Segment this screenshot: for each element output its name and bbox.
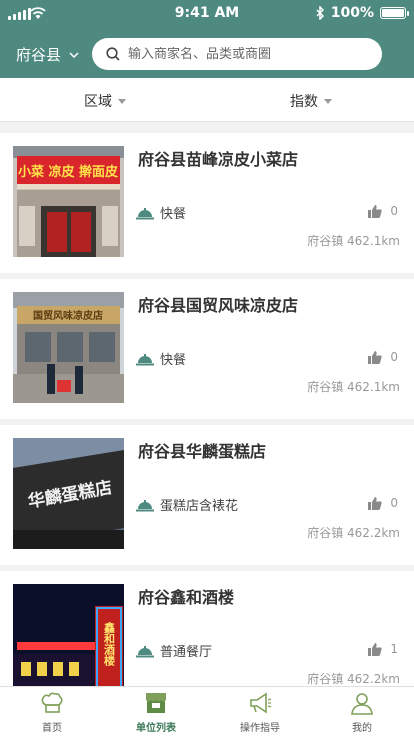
shop-photo: 国贸风味凉皮店	[13, 292, 124, 403]
thumbs-up-icon	[368, 643, 383, 656]
tab-home[interactable]: 首页	[0, 687, 104, 736]
like-count: 0	[390, 204, 398, 218]
city-label: 府谷县	[16, 46, 62, 64]
shop-card[interactable]: 鑫和酒楼 府谷鑫和酒楼 普通餐厅 1 府谷镇 462.2km	[0, 571, 414, 686]
shop-category: 蛋糕店含裱花	[136, 495, 238, 514]
filter-region[interactable]: 区域	[84, 91, 126, 111]
caret-down-icon	[324, 98, 332, 104]
shop-sign-text: 鑫和酒楼	[103, 621, 117, 667]
tab-guide[interactable]: 操作指导	[208, 687, 312, 736]
like-button[interactable]: 0	[368, 350, 398, 364]
user-icon	[351, 693, 373, 715]
tab-unit-list[interactable]: 单位列表	[104, 687, 208, 736]
shop-photo: 小菜 凉皮 擀面皮	[13, 146, 124, 257]
chevron-down-icon	[69, 51, 79, 58]
status-bar: 9:41 AM 100%	[0, 0, 414, 28]
shop-name: 府谷县华麟蛋糕店	[138, 442, 267, 461]
cloche-icon	[136, 353, 154, 365]
filter-index[interactable]: 指数	[290, 91, 332, 111]
city-selector[interactable]: 府谷县	[16, 44, 79, 65]
shop-category-label: 蛋糕店含裱花	[160, 499, 239, 514]
storefront-icon	[146, 693, 166, 713]
shop-category: 快餐	[136, 203, 186, 222]
search-icon	[106, 47, 120, 61]
tab-home-label: 首页	[42, 723, 62, 734]
shop-card[interactable]: 华麟蛋糕店 府谷县华麟蛋糕店 蛋糕店含裱花 0 府谷镇 462.2km	[0, 425, 414, 565]
thumbs-up-icon	[368, 205, 383, 218]
shop-category-label: 普通餐厅	[160, 645, 213, 660]
shop-category-label: 快餐	[160, 207, 187, 222]
shop-card[interactable]: 国贸风味凉皮店 府谷县国贸风味凉皮店 快餐 0 府谷镇 462.1km	[0, 279, 414, 419]
filter-index-label: 指数	[290, 94, 318, 110]
thumbs-up-icon	[368, 351, 383, 364]
battery-percent: 100%	[330, 5, 374, 21]
like-count: 0	[390, 350, 398, 364]
like-button[interactable]: 1	[368, 642, 398, 656]
shop-name: 府谷县苗峰凉皮小菜店	[138, 150, 299, 169]
tab-unit-list-label: 单位列表	[136, 723, 176, 734]
shop-category: 快餐	[136, 349, 186, 368]
like-button[interactable]: 0	[368, 496, 398, 510]
cloche-icon	[136, 499, 154, 511]
battery-icon	[380, 7, 409, 19]
like-count: 1	[390, 642, 398, 656]
cloche-icon	[136, 207, 154, 219]
like-count: 0	[390, 496, 398, 510]
shop-sign-text: 小菜 凉皮 擀面皮	[18, 164, 118, 180]
tab-bar: 首页 单位列表 操作指导 我的	[0, 686, 414, 736]
filter-bar: 区域 指数	[0, 78, 414, 122]
tab-profile[interactable]: 我的	[310, 687, 414, 736]
shop-category-label: 快餐	[160, 353, 187, 368]
shop-card[interactable]: 小菜 凉皮 擀面皮 府谷县苗峰凉皮小菜店 快餐 0 府谷镇 462.1km	[0, 133, 414, 273]
shop-name: 府谷鑫和酒楼	[138, 588, 235, 607]
shop-location: 府谷镇 462.2km	[307, 672, 400, 686]
shop-location: 府谷镇 462.1km	[307, 234, 400, 248]
search-input[interactable]	[128, 46, 358, 62]
chef-hat-icon	[41, 692, 63, 713]
megaphone-icon	[250, 692, 272, 714]
shop-list: 小菜 凉皮 擀面皮 府谷县苗峰凉皮小菜店 快餐 0 府谷镇 462.1km 国贸…	[0, 123, 414, 686]
app-header: 9:41 AM 100% 府谷县	[0, 0, 414, 78]
shop-location: 府谷镇 462.1km	[307, 380, 400, 394]
filter-region-label: 区域	[84, 94, 112, 110]
tab-guide-label: 操作指导	[240, 723, 280, 734]
like-button[interactable]: 0	[368, 204, 398, 218]
bluetooth-icon	[316, 6, 324, 20]
cloche-icon	[136, 645, 154, 657]
shop-sign-text: 国贸风味凉皮店	[33, 309, 103, 322]
shop-location: 府谷镇 462.2km	[307, 526, 400, 540]
shop-name: 府谷县国贸风味凉皮店	[138, 296, 299, 315]
thumbs-up-icon	[368, 497, 383, 510]
shop-photo: 鑫和酒楼	[13, 584, 124, 686]
shop-category: 普通餐厅	[136, 641, 212, 660]
shop-photo: 华麟蛋糕店	[13, 438, 124, 549]
tab-profile-label: 我的	[352, 723, 372, 734]
search-bar[interactable]	[92, 38, 382, 70]
caret-down-icon	[118, 98, 126, 104]
